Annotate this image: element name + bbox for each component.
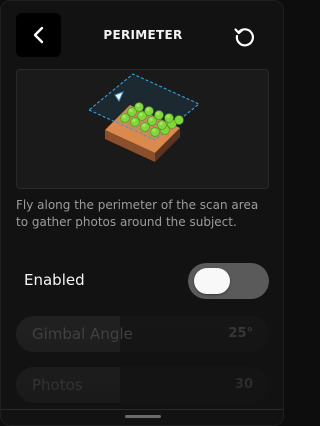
enabled-label: Enabled [24, 271, 85, 289]
description-text: Fly along the perimeter of the scan area… [16, 198, 259, 229]
footer-divider [1, 409, 283, 410]
perimeter-panel: PERIMETER Fly along the perimeter of the… [0, 0, 284, 426]
slider-value: 30 [234, 377, 253, 392]
home-indicator[interactable] [125, 415, 161, 418]
toggle-knob [194, 268, 230, 294]
gimbal-angle-slider[interactable]: Gimbal Angle 25° [16, 316, 269, 352]
reset-icon [234, 28, 254, 47]
header: PERIMETER [1, 1, 283, 69]
slider-value: 25° [228, 326, 253, 341]
enabled-row: Enabled [24, 263, 269, 299]
preview-image [16, 69, 269, 189]
perimeter-scan-illustration [87, 73, 201, 162]
slider-label: Photos [32, 376, 83, 394]
reset-button[interactable] [231, 23, 259, 49]
enabled-toggle[interactable] [188, 263, 269, 299]
slider-label: Gimbal Angle [32, 325, 133, 343]
photos-slider[interactable]: Photos 30 [16, 367, 269, 403]
